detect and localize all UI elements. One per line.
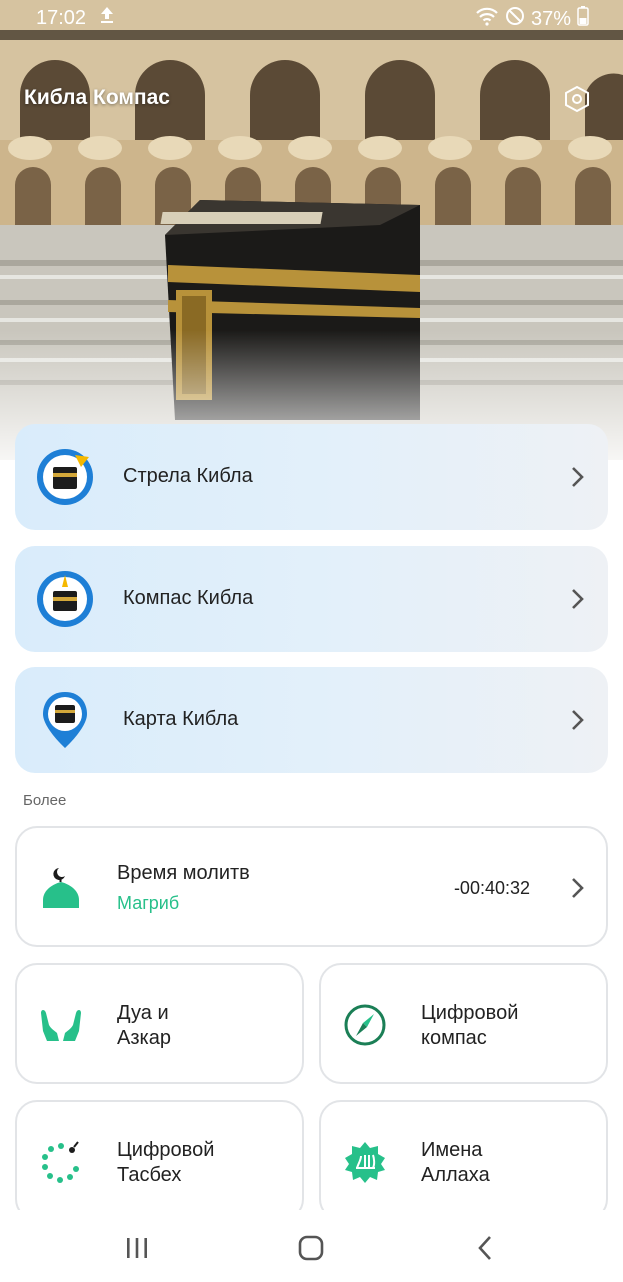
chevron-right-icon [572,710,584,730]
status-bar: 17:02 37% [0,0,623,36]
digital-tasbih-label-line2: Тасбех [117,1164,182,1186]
digital-compass-label: Цифровой компас [421,1001,518,1051]
digital-tasbih-tile[interactable]: Цифровой Тасбех [15,1100,304,1221]
battery-percent: 37% [530,7,571,30]
dua-azkar-tile[interactable]: Дуа и Азкар [15,963,304,1084]
prayer-times-card[interactable]: Время молитв Магриб -00:40:32 [15,826,608,947]
upload-icon [100,6,114,30]
digital-compass-tile[interactable]: Цифровой компас [319,963,608,1084]
qibla-map-card[interactable]: Карта Кибла [15,667,608,773]
prayer-countdown: -00:40:32 [453,878,530,898]
kaaba-compass-icon [35,569,95,629]
kaaba-arrow-icon [35,447,95,507]
recent-apps-icon [127,1238,147,1258]
section-title-more: Более [23,792,67,809]
dua-azkar-label-line1: Дуа и [117,1002,169,1024]
tasbih-beads-icon [39,1140,83,1184]
back-icon [478,1236,491,1260]
home-button[interactable] [293,1230,329,1266]
home-icon [298,1235,324,1261]
system-nav-bar [0,1210,623,1282]
digital-tasbih-label: Цифровой Тасбех [117,1138,214,1188]
qibla-compass-label: Компас Кибла [123,587,254,609]
chevron-right-icon [572,467,584,487]
names-of-allah-tile[interactable]: Имена Аллаха [319,1100,608,1221]
hero-image [0,0,623,460]
settings-hexagon-icon [565,85,589,113]
battery-icon [577,6,589,32]
allah-names-icon [343,1140,387,1184]
prayer-times-title: Время молитв [117,862,250,884]
qibla-map-label: Карта Кибла [123,708,239,730]
do-not-disturb-icon [505,6,525,32]
digital-compass-label-line1: Цифровой [421,1002,519,1024]
chevron-right-icon [572,878,584,898]
recent-apps-button[interactable] [119,1230,155,1266]
digital-tasbih-label-line1: Цифровой [117,1139,215,1161]
next-prayer-name: Магриб [117,893,180,913]
settings-button[interactable] [562,84,592,114]
status-time: 17:02 [36,7,87,29]
names-of-allah-label-line2: Аллаха [421,1164,490,1186]
kaaba-map-pin-icon [35,690,95,750]
chevron-right-icon [572,589,584,609]
mosque-crescent-icon [39,864,83,908]
dua-azkar-label: Дуа и Азкар [117,1001,171,1051]
names-of-allah-label: Имена Аллаха [421,1138,490,1188]
compass-icon [343,1003,387,1047]
app-title: Кибла Компас [24,86,170,109]
names-of-allah-label-line1: Имена [421,1139,483,1161]
qibla-arrow-card[interactable]: Стрела Кибла [15,424,608,530]
dua-azkar-label-line2: Азкар [117,1027,171,1049]
praying-hands-icon [39,1003,83,1047]
wifi-icon [475,6,499,32]
back-button[interactable] [468,1230,504,1266]
qibla-arrow-label: Стрела Кибла [123,465,253,487]
digital-compass-label-line2: компас [421,1027,487,1049]
qibla-compass-card[interactable]: Компас Кибла [15,546,608,652]
